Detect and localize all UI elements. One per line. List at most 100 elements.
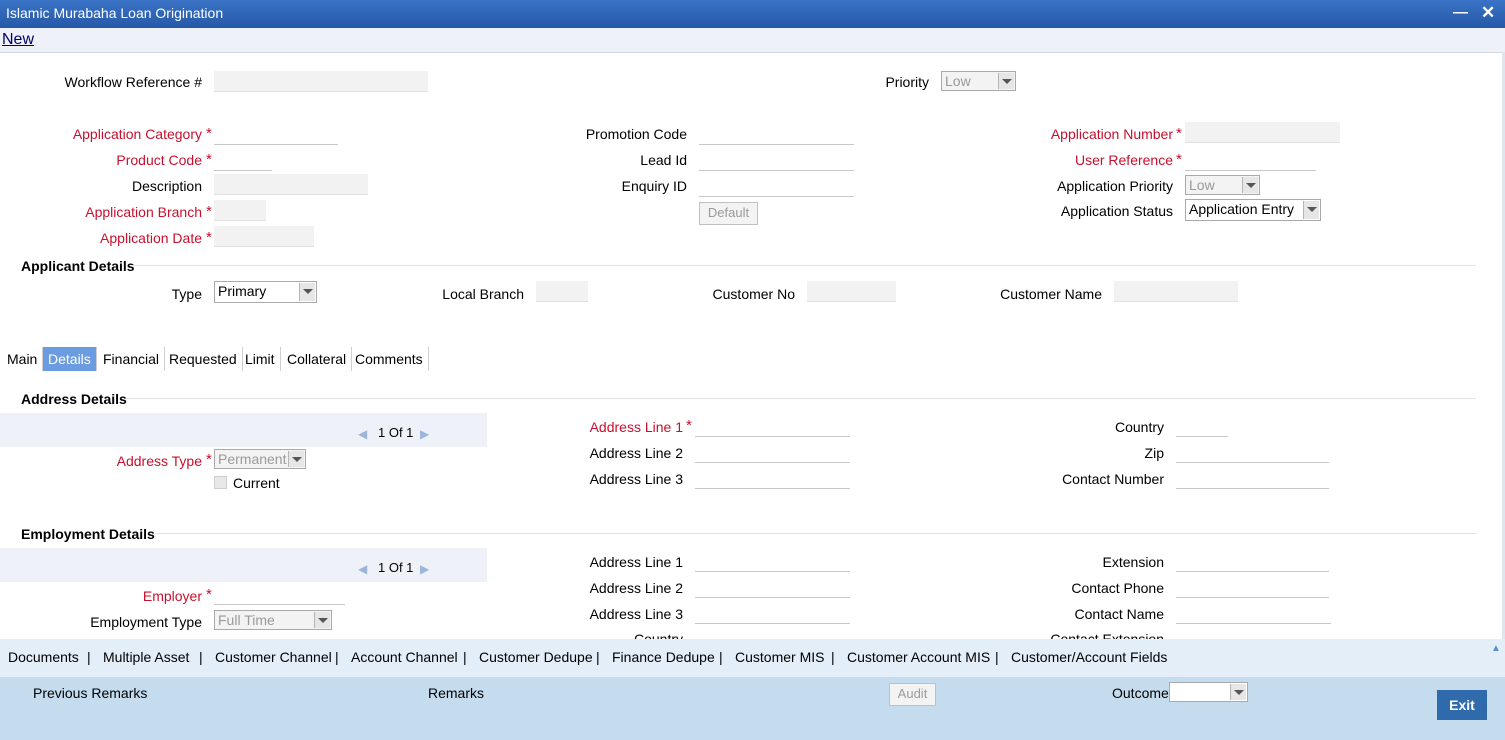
customer-no-input[interactable]	[807, 281, 896, 302]
app-date-input[interactable]	[214, 226, 314, 247]
tab-details[interactable]: Details	[43, 347, 97, 371]
applicant-details-title: Applicant Details	[21, 258, 135, 274]
default-button[interactable]: Default	[699, 202, 758, 225]
app-status-value: Application Entry	[1189, 201, 1295, 217]
description-label: Description	[131, 178, 202, 194]
product-code-input[interactable]	[214, 150, 272, 171]
close-icon[interactable]: ✕	[1481, 3, 1495, 23]
contact-name-label: Contact Name	[1074, 606, 1164, 622]
tab-requested[interactable]: Requested	[164, 347, 243, 371]
next-page-icon[interactable]: ▶	[420, 427, 429, 441]
tab-limit[interactable]: Limit	[240, 347, 281, 371]
app-number-input[interactable]	[1185, 122, 1340, 143]
priority-select[interactable]: Low	[941, 71, 1016, 91]
workflow-ref-label: Workflow Reference #	[64, 74, 202, 90]
extension-input[interactable]	[1176, 551, 1329, 572]
link-customer-account-mis[interactable]: Customer Account MIS	[847, 649, 990, 665]
outcome-select[interactable]	[1169, 682, 1248, 702]
chevron-down-icon	[1303, 201, 1319, 219]
app-number-label: Application Number	[1050, 126, 1173, 142]
employment-type-select[interactable]: Full Time	[214, 610, 332, 630]
address-pager-text: 1 Of 1	[378, 425, 414, 440]
tab-main[interactable]: Main	[2, 347, 44, 371]
audit-button[interactable]: Audit	[889, 683, 936, 706]
app-branch-input[interactable]	[214, 200, 266, 221]
link-finance-dedupe[interactable]: Finance Dedupe	[612, 649, 715, 665]
emp-line1-input[interactable]	[695, 551, 850, 572]
app-priority-select[interactable]: Low	[1185, 175, 1260, 195]
country-input[interactable]	[1176, 416, 1228, 437]
bottom-links: Documents | Multiple Asset | Customer Ch…	[0, 649, 1480, 669]
contact-phone-input[interactable]	[1176, 577, 1329, 598]
enquiry-id-label: Enquiry ID	[621, 178, 687, 194]
workflow-ref-input[interactable]	[214, 71, 428, 92]
previous-remarks-link[interactable]: Previous Remarks	[33, 685, 147, 701]
address-type-select[interactable]: Permanent	[214, 449, 306, 469]
exit-button[interactable]: Exit	[1437, 690, 1487, 720]
current-label: Current	[233, 475, 280, 491]
address-line1-input[interactable]	[695, 416, 850, 437]
app-category-input[interactable]	[214, 124, 338, 145]
address-type-label: Address Type	[116, 453, 202, 469]
contact-extension-label: Contact Extension	[1050, 631, 1164, 639]
emp-line2-label: Address Line 2	[589, 580, 683, 596]
lead-id-input[interactable]	[699, 150, 854, 171]
employment-type-label: Employment Type	[90, 614, 202, 630]
promotion-code-input[interactable]	[699, 124, 854, 145]
priority-value: Low	[945, 73, 971, 89]
employer-label: Employer	[142, 588, 202, 604]
minimize-icon[interactable]: —	[1453, 4, 1468, 21]
applicant-type-label: Type	[171, 286, 202, 302]
address-line2-input[interactable]	[695, 442, 850, 463]
remarks-link[interactable]: Remarks	[428, 685, 484, 701]
next-page-icon[interactable]: ▶	[420, 562, 429, 576]
local-branch-input[interactable]	[536, 281, 588, 302]
link-account-channel[interactable]: Account Channel	[351, 649, 458, 665]
contact-number-input[interactable]	[1176, 468, 1329, 489]
app-status-select[interactable]: Application Entry	[1185, 199, 1321, 221]
link-customer-mis[interactable]: Customer MIS	[735, 649, 824, 665]
divider	[126, 398, 1476, 399]
tab-collateral[interactable]: Collateral	[282, 347, 353, 371]
contact-name-input[interactable]	[1176, 603, 1331, 624]
description-input[interactable]	[214, 174, 368, 195]
customer-no-label: Customer No	[712, 286, 795, 302]
link-customer-channel[interactable]: Customer Channel	[215, 649, 332, 665]
app-date-label: Application Date	[100, 230, 202, 246]
link-separator: |	[463, 649, 467, 665]
title-bar: Islamic Murabaha Loan Origination — ✕	[0, 0, 1505, 28]
link-customer-account-fields[interactable]: Customer/Account Fields	[1011, 649, 1167, 665]
user-ref-input[interactable]	[1185, 150, 1316, 171]
required-icon: *	[686, 417, 692, 434]
emp-line3-input[interactable]	[695, 603, 850, 624]
collapse-icon[interactable]: ▲	[1491, 643, 1501, 654]
new-link[interactable]: New	[2, 31, 34, 49]
applicant-type-select[interactable]: Primary	[214, 281, 317, 303]
link-customer-dedupe[interactable]: Customer Dedupe	[479, 649, 593, 665]
required-icon: *	[1176, 125, 1182, 142]
link-documents[interactable]: Documents	[8, 649, 79, 665]
enquiry-id-input[interactable]	[699, 176, 854, 197]
chevron-down-icon	[1242, 177, 1258, 193]
emp-line2-input[interactable]	[695, 577, 850, 598]
zip-input[interactable]	[1176, 442, 1329, 463]
employer-input[interactable]	[214, 584, 345, 605]
address-details-title: Address Details	[21, 391, 127, 407]
chevron-down-icon	[1230, 684, 1246, 700]
prev-page-icon[interactable]: ◀	[358, 427, 367, 441]
link-multiple-asset[interactable]: Multiple Asset	[103, 649, 189, 665]
app-priority-value: Low	[1189, 177, 1215, 193]
required-icon: *	[206, 451, 212, 468]
priority-label: Priority	[885, 74, 929, 90]
emp-line3-label: Address Line 3	[589, 606, 683, 622]
local-branch-label: Local Branch	[442, 286, 524, 302]
tab-financial[interactable]: Financial	[98, 347, 166, 371]
required-icon: *	[206, 229, 212, 246]
current-checkbox[interactable]	[214, 476, 227, 489]
customer-name-input[interactable]	[1114, 281, 1238, 302]
tab-comments[interactable]: Comments	[350, 347, 429, 371]
required-icon: *	[206, 203, 212, 220]
prev-page-icon[interactable]: ◀	[358, 562, 367, 576]
window-title: Islamic Murabaha Loan Origination	[6, 5, 224, 21]
address-line3-input[interactable]	[695, 468, 850, 489]
